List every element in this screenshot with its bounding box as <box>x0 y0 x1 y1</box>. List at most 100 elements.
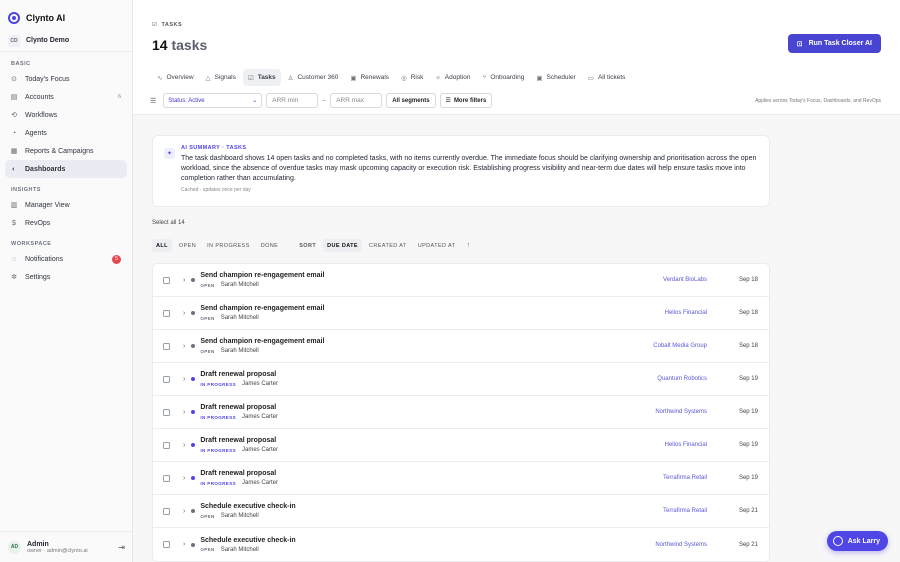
sort-label: SORT <box>299 242 317 249</box>
chevron-right-icon[interactable]: › <box>183 541 185 548</box>
task-account-link[interactable]: Northwind Systems <box>655 409 707 415</box>
chevron-right-icon[interactable]: › <box>183 277 185 284</box>
tab-scheduler[interactable]: ▣ Scheduler <box>531 69 580 86</box>
run-button-label: Run Task Closer AI <box>808 40 872 47</box>
sidebar-item-workflows[interactable]: ⟲ Workflows <box>5 106 127 124</box>
status-select[interactable]: Status: Active ⌄ <box>163 93 263 108</box>
row-checkbox[interactable] <box>163 276 170 284</box>
row-checkbox[interactable] <box>163 441 170 449</box>
table-row[interactable]: › Draft renewal proposal IN PROGRESS James … <box>153 462 769 495</box>
sidebar-item-revops[interactable]: $ RevOps <box>5 214 127 232</box>
status-tab-in-progress[interactable]: IN PROGRESS <box>203 239 254 252</box>
sort-direction-icon[interactable]: ↑ <box>462 239 474 252</box>
sidebar-item-notifications[interactable]: ◌ Notifications 5 <box>5 250 127 268</box>
task-due-date: Sep 19 <box>738 376 758 382</box>
chevron-right-icon[interactable]: › <box>183 343 185 350</box>
sidebar-item-reports-campaigns[interactable]: ▦ Reports & Campaigns <box>5 142 127 160</box>
task-title[interactable]: Send champion re-engagement email <box>200 305 324 312</box>
tab-overview[interactable]: ∿ Overview <box>152 69 199 86</box>
sidebar-item-manager-view[interactable]: ▥ Manager View <box>5 196 127 214</box>
table-row[interactable]: › Draft renewal proposal IN PROGRESS James … <box>153 429 769 462</box>
row-checkbox[interactable] <box>163 541 170 548</box>
sort-option-created-at[interactable]: CREATED AT <box>365 239 411 252</box>
row-checkbox[interactable] <box>163 342 170 350</box>
task-account-link[interactable]: Terrafirma Retail <box>663 508 707 514</box>
tab-customer-360[interactable]: ♙ Customer 360 <box>283 69 344 86</box>
select-all-link[interactable]: Select all 14 <box>152 220 770 226</box>
sidebar-item-dashboards[interactable]: ◐ Dashboards <box>5 160 127 178</box>
org-switcher[interactable]: CD Clynto Demo <box>0 30 132 52</box>
filter-list-icon: ☰ <box>150 97 157 105</box>
user-icon: ◔ <box>11 129 17 137</box>
task-title[interactable]: Schedule executive check-in <box>200 537 295 544</box>
row-checkbox[interactable] <box>163 474 170 482</box>
grid-icon: ▦ <box>10 148 18 155</box>
sidebar-item-settings[interactable]: ✲ Settings <box>5 268 127 286</box>
tab-renewals[interactable]: ▣ Renewals <box>345 69 394 86</box>
tab-onboarding[interactable]: ⑂ Onboarding <box>477 69 529 86</box>
row-checkbox[interactable] <box>163 507 170 515</box>
tab-tasks[interactable]: ☑ Tasks <box>242 69 281 86</box>
task-title[interactable]: Send champion re-engagement email <box>200 338 324 345</box>
sidebar-item-agents[interactable]: ◔ Agents <box>5 124 127 142</box>
tab-risk[interactable]: ◎ Risk <box>396 69 428 86</box>
task-title[interactable]: Draft renewal proposal <box>200 437 278 444</box>
chevron-right-icon[interactable]: › <box>183 442 185 449</box>
task-title[interactable]: Draft renewal proposal <box>200 371 278 378</box>
sidebar-item-today-s-focus[interactable]: ⊙ Today's Focus <box>5 70 127 88</box>
status-tab-done[interactable]: DONE <box>257 239 283 252</box>
chevron-right-icon[interactable]: › <box>183 409 185 416</box>
run-task-closer-button[interactable]: ⊡ Run Task Closer AI <box>787 34 881 53</box>
section-label-insights: INSIGHTS <box>11 187 41 193</box>
ask-larry-button[interactable]: Ask Larry <box>826 531 888 551</box>
chevron-right-icon[interactable]: › <box>183 310 185 317</box>
logout-icon[interactable]: ⇥ <box>118 543 125 552</box>
task-account-link[interactable]: Helios Financial <box>665 310 707 316</box>
task-account-link[interactable]: Northwind Systems <box>655 542 707 548</box>
chevron-right-icon[interactable]: › <box>183 376 185 383</box>
user-menu[interactable]: AD Admin owner · admin@clynto.ai ⇥ <box>0 531 133 562</box>
task-account-link[interactable]: Cobalt Media Group <box>653 343 707 349</box>
task-title[interactable]: Draft renewal proposal <box>200 470 278 477</box>
task-meta: OPEN Sarah Mitchell <box>200 282 324 288</box>
task-account-link[interactable]: Verdant BioLabs <box>663 277 707 283</box>
table-row[interactable]: › Draft renewal proposal IN PROGRESS James … <box>153 396 769 429</box>
task-due-date: Sep 21 <box>738 508 758 514</box>
sparkle-icon: ✧ <box>435 74 441 82</box>
row-checkbox[interactable] <box>163 309 170 317</box>
segments-button[interactable]: All segments <box>386 93 436 108</box>
task-count: 14 <box>152 37 168 53</box>
more-filters-button[interactable]: ☰ More filters <box>439 93 493 108</box>
sort-option-due-date[interactable]: DUE DATE <box>323 239 362 252</box>
task-meta: IN PROGRESS James Carter <box>200 447 278 453</box>
brand[interactable]: Clynto AI <box>0 0 132 30</box>
tab-signals[interactable]: △ Signals <box>201 69 241 86</box>
task-account-link[interactable]: Helios Financial <box>665 442 707 448</box>
table-row[interactable]: › Send champion re-engagement email OPEN Sa… <box>153 297 769 330</box>
task-title[interactable]: Send champion re-engagement email <box>200 272 324 279</box>
assistant-icon <box>832 536 843 546</box>
table-row[interactable]: › Schedule executive check-in OPEN Sarah Mi… <box>153 495 769 528</box>
status-tab-all[interactable]: ALL <box>152 239 172 252</box>
status-tab-open[interactable]: OPEN <box>175 239 200 252</box>
table-row[interactable]: › Send champion re-engagement email OPEN Sa… <box>153 330 769 363</box>
table-row[interactable]: › Schedule executive check-in OPEN Sarah Mi… <box>153 528 769 561</box>
task-account-link[interactable]: Quantum Robotics <box>657 376 707 382</box>
tab-adoption[interactable]: ✧ Adoption <box>430 69 475 86</box>
sidebar-item-accounts[interactable]: ▤ Accounts 6 <box>5 88 127 106</box>
task-title[interactable]: Draft renewal proposal <box>200 404 278 411</box>
arr-min-input[interactable]: ARR min <box>266 93 319 108</box>
row-checkbox[interactable] <box>163 408 170 416</box>
chevron-right-icon[interactable]: › <box>183 508 185 515</box>
table-row[interactable]: › Draft renewal proposal IN PROGRESS James … <box>153 363 769 396</box>
sidebar-item-label: Manager View <box>25 201 70 209</box>
table-row[interactable]: › Send champion re-engagement email OPEN Sa… <box>153 264 769 297</box>
task-account-link[interactable]: Terrafirma Retail <box>663 475 707 481</box>
tab-all-tickets[interactable]: ▭ All tickets <box>583 69 631 86</box>
chevron-right-icon[interactable]: › <box>183 475 185 482</box>
arr-max-input[interactable]: ARR max <box>330 93 383 108</box>
task-title[interactable]: Schedule executive check-in <box>200 503 295 510</box>
row-checkbox[interactable] <box>163 375 170 383</box>
sort-option-updated-at[interactable]: UPDATED AT <box>414 239 460 252</box>
activity-icon: ∿ <box>157 74 163 82</box>
